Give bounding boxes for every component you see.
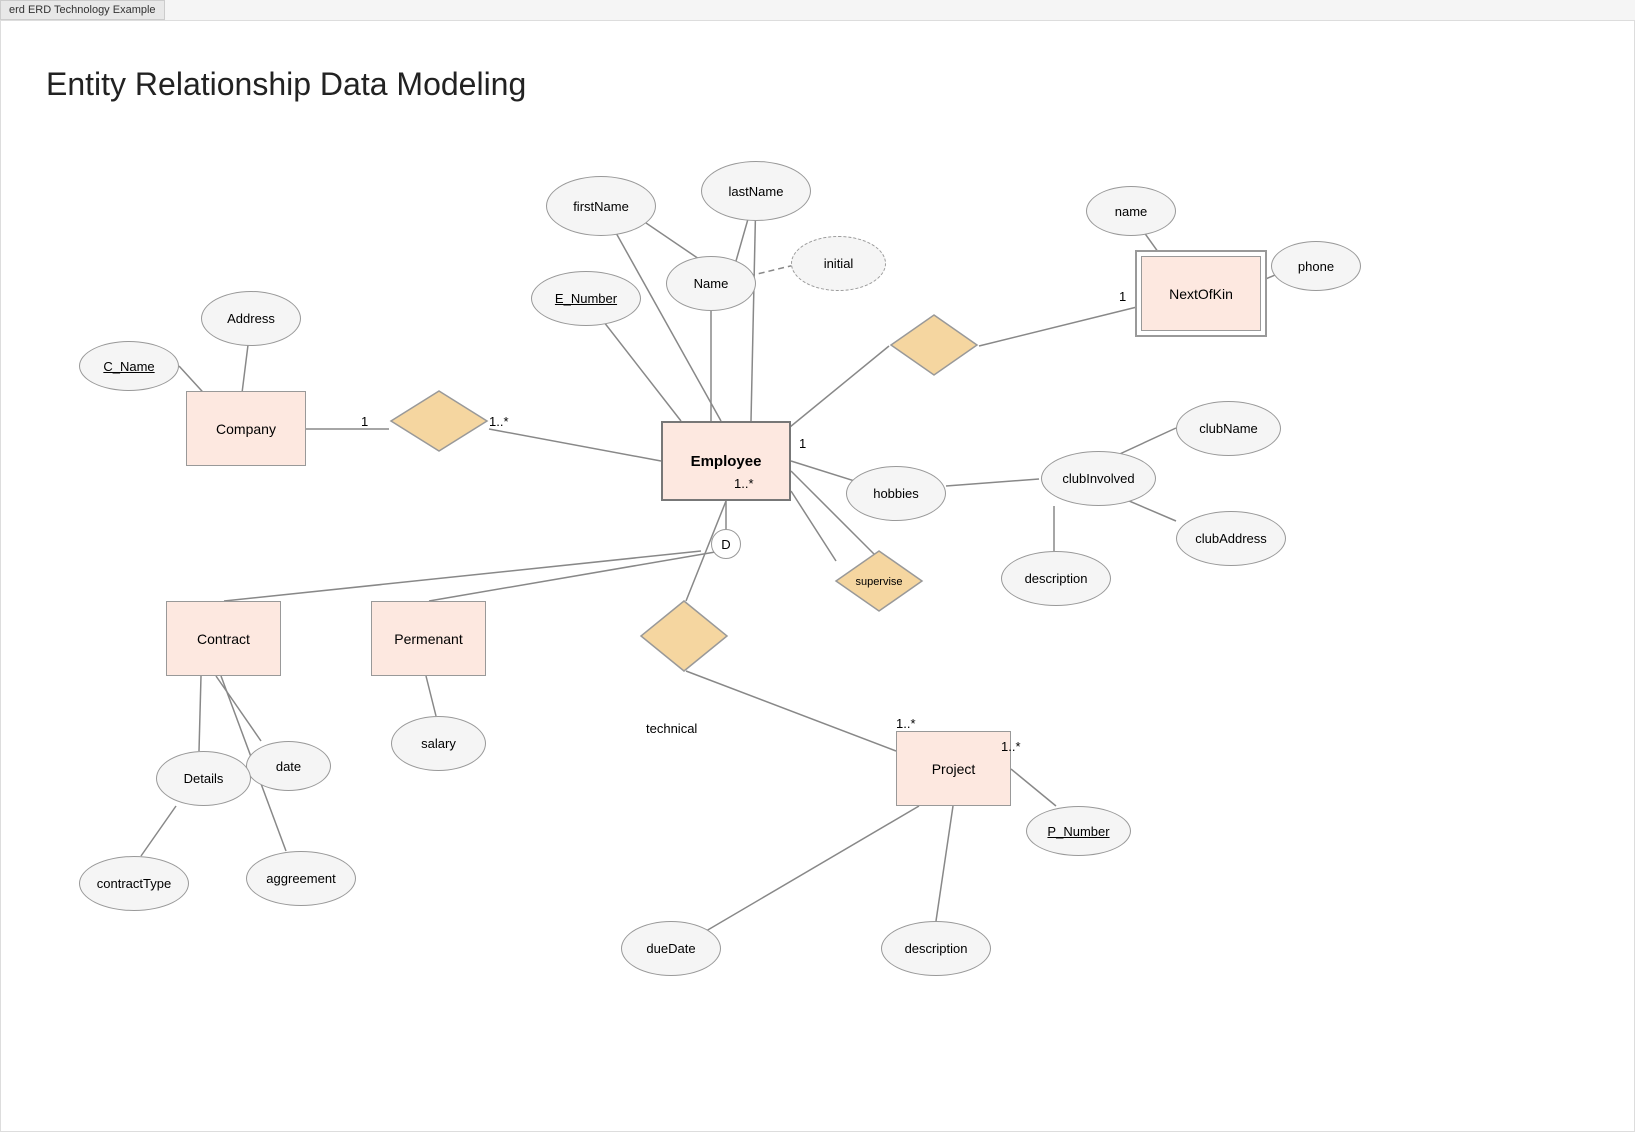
canvas: Entity Relationship Data Modeling [0, 20, 1635, 1132]
diamond-supervise: supervise [834, 549, 924, 614]
ellipse-namekin: name [1086, 186, 1176, 236]
ellipse-description1: description [1001, 551, 1111, 606]
ellipse-initial: initial [791, 236, 886, 291]
connection-lines [1, 21, 1634, 1131]
label-1-works: 1 [361, 414, 368, 429]
ellipse-hobbies: hobbies [846, 466, 946, 521]
entity-nextofkin[interactable]: NextOfKin [1141, 256, 1261, 331]
entity-company[interactable]: Company [186, 391, 306, 466]
ellipse-contracttype: contractType [79, 856, 189, 911]
ellipse-phone: phone [1271, 241, 1361, 291]
label-1star-project2: 1..* [1001, 739, 1021, 754]
ellipse-address: Address [201, 291, 301, 346]
entity-project[interactable]: Project [896, 731, 1011, 806]
ellipse-enumber: E_Number [531, 271, 641, 326]
ellipse-salary: salary [391, 716, 486, 771]
diamond-workson [639, 599, 729, 674]
ellipse-lastname: lastName [701, 161, 811, 221]
ellipse-cname: C_Name [79, 341, 179, 391]
entity-employee[interactable]: Employee [661, 421, 791, 501]
tab-bar[interactable]: erd ERD Technology Example [0, 0, 165, 20]
ellipse-details: Details [156, 751, 251, 806]
ellipse-clubinvolved: clubInvolved [1041, 451, 1156, 506]
ellipse-clubaddress: clubAddress [1176, 511, 1286, 566]
ellipse-aggreement: aggreement [246, 851, 356, 906]
ellipse-duedate: dueDate [621, 921, 721, 976]
ellipse-description2: description [881, 921, 991, 976]
label-1star-project: 1..* [896, 716, 916, 731]
ellipse-name: Name [666, 256, 756, 311]
circle-disjoint: D [711, 529, 741, 559]
ellipse-date: date [246, 741, 331, 791]
label-1star-works: 1..* [489, 414, 509, 429]
label-1star-hobbies: 1..* [734, 476, 754, 491]
ellipse-pnumber: P_Number [1026, 806, 1131, 856]
diamond-haskin [889, 313, 979, 378]
page-title: Entity Relationship Data Modeling [46, 66, 526, 103]
ellipse-firstname: firstName [546, 176, 656, 236]
label-1-kin: 1 [799, 436, 806, 451]
label-1-nextofkin: 1 [1119, 289, 1126, 304]
entity-contract[interactable]: Contract [166, 601, 281, 676]
entity-permenant[interactable]: Permenant [371, 601, 486, 676]
label-technical: technical [646, 721, 697, 736]
diamond-worksfor [389, 389, 489, 454]
ellipse-clubname: clubName [1176, 401, 1281, 456]
